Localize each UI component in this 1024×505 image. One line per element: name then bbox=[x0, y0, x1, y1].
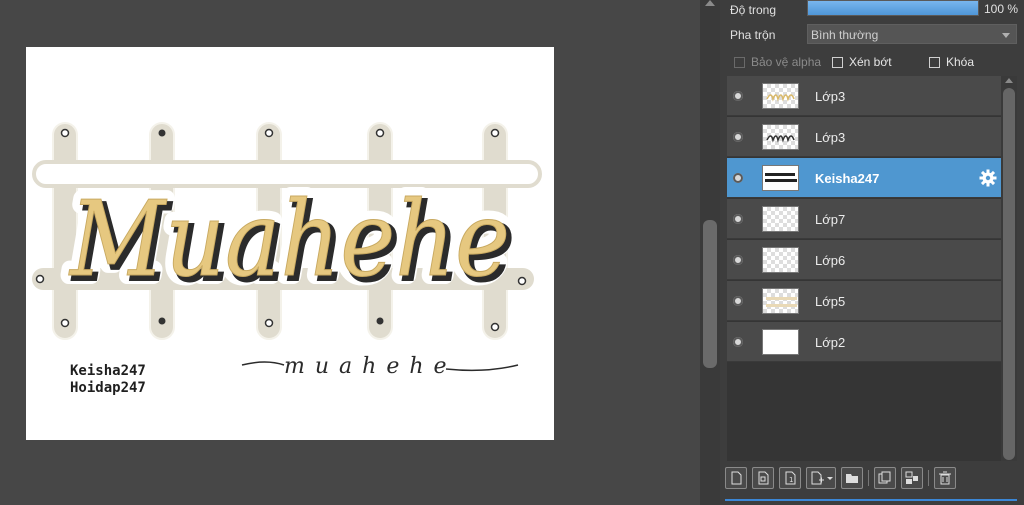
scroll-up-arrow-icon[interactable] bbox=[1005, 78, 1013, 83]
layer-name: Lớp6 bbox=[815, 253, 846, 268]
duplicate-icon bbox=[878, 471, 891, 484]
svg-text:Muahehe: Muahehe bbox=[68, 178, 510, 300]
toolbar-separator bbox=[868, 470, 869, 486]
layer-thumbnail bbox=[762, 165, 799, 191]
app-window: Muahehe Muahehe Muahehe Keisha247 Hoidap… bbox=[0, 0, 1024, 505]
add-layer-dropdown-icon bbox=[811, 471, 833, 485]
new-halftone-layer-icon: 1 bbox=[785, 471, 796, 485]
checkbox-box bbox=[929, 56, 940, 68]
layer-row[interactable]: Keisha247 bbox=[727, 158, 1001, 198]
canvas-artwork: Muahehe Muahehe Muahehe Keisha247 Hoidap… bbox=[32, 122, 542, 396]
credit-line-1: Keisha247 bbox=[70, 363, 146, 379]
new-halftone-layer-button[interactable]: 1 bbox=[779, 467, 801, 489]
canvas-workspace[interactable]: Muahehe Muahehe Muahehe Keisha247 Hoidap… bbox=[0, 0, 700, 505]
visibility-eye-icon[interactable] bbox=[733, 91, 743, 101]
visibility-eye-icon[interactable] bbox=[733, 296, 743, 306]
chevron-down-icon bbox=[1002, 33, 1010, 38]
add-layer-dropdown-button[interactable] bbox=[806, 467, 836, 489]
opacity-slider-fill bbox=[808, 1, 978, 15]
layer-panel: Độ trong 100 % Pha trộn Bình thường Bảo … bbox=[720, 0, 1024, 505]
delete-layer-button[interactable] bbox=[934, 467, 956, 489]
protect-alpha-label: Bảo vệ alpha bbox=[751, 55, 822, 69]
layer-thumbnail bbox=[762, 206, 799, 232]
new-layer-button[interactable] bbox=[725, 467, 747, 489]
canvas[interactable]: Muahehe Muahehe Muahehe Keisha247 Hoidap… bbox=[26, 47, 554, 440]
folder-icon bbox=[846, 474, 858, 483]
visibility-eye-icon[interactable] bbox=[733, 337, 743, 347]
new-raster-layer-button[interactable] bbox=[752, 467, 774, 489]
layer-row[interactable]: Lớp5 bbox=[727, 281, 1001, 321]
layer-row[interactable]: Lớp3 bbox=[727, 76, 1001, 116]
layer-thumbnail bbox=[762, 83, 799, 109]
visibility-eye-icon[interactable] bbox=[733, 214, 743, 224]
delete-icon bbox=[939, 471, 951, 485]
scroll-up-arrow-icon[interactable] bbox=[705, 0, 715, 6]
lock-checkbox[interactable]: Khóa bbox=[929, 55, 974, 69]
protect-alpha-checkbox[interactable]: Bảo vệ alpha bbox=[734, 55, 821, 69]
layer-name: Lớp3 bbox=[815, 89, 846, 104]
merge-down-icon bbox=[905, 471, 918, 484]
canvas-scroll-thumb[interactable] bbox=[703, 220, 717, 368]
layer-thumbnail bbox=[762, 288, 799, 314]
visibility-eye-icon[interactable] bbox=[733, 255, 743, 265]
opacity-label: Độ trong bbox=[730, 3, 777, 17]
signature-text: muahehe bbox=[284, 354, 457, 379]
blend-label: Pha trộn bbox=[730, 28, 776, 42]
checkbox-box bbox=[832, 56, 843, 68]
panel-bottom-accent bbox=[725, 499, 1017, 501]
visibility-eye-icon[interactable] bbox=[733, 173, 743, 183]
blend-mode-value: Bình thường bbox=[811, 28, 879, 42]
gear-icon[interactable] bbox=[979, 169, 997, 187]
canvas-vertical-scrollbar[interactable] bbox=[700, 0, 720, 505]
opacity-value: 100 % bbox=[984, 2, 1019, 16]
new-folder-button[interactable] bbox=[841, 467, 863, 489]
layer-thumbnail bbox=[762, 329, 799, 355]
layer-row[interactable]: Lớp3 bbox=[727, 117, 1001, 157]
opacity-slider[interactable] bbox=[807, 0, 979, 16]
layer-row[interactable]: Lớp6 bbox=[727, 240, 1001, 280]
checkbox-box bbox=[734, 56, 745, 68]
layer-name: Keisha247 bbox=[815, 171, 880, 186]
toolbar-separator bbox=[928, 470, 929, 486]
layer-name: Lớp2 bbox=[815, 335, 846, 350]
duplicate-layer-button[interactable] bbox=[874, 467, 896, 489]
new-raster-layer-icon bbox=[758, 471, 769, 485]
clipping-checkbox[interactable]: Xén bớt bbox=[832, 55, 892, 69]
layer-name: Lớp5 bbox=[815, 294, 846, 309]
new-layer-icon bbox=[731, 471, 742, 485]
main-title-art: Muahehe Muahehe Muahehe bbox=[59, 169, 519, 309]
merge-down-button[interactable] bbox=[901, 467, 923, 489]
layer-name: Lớp7 bbox=[815, 212, 846, 227]
layer-row[interactable]: Lớp7 bbox=[727, 199, 1001, 239]
layer-list-scroll-thumb[interactable] bbox=[1003, 88, 1015, 460]
layer-thumbnail bbox=[762, 247, 799, 273]
layer-list[interactable]: Lớp3 Lớp3 Keisha247 Lớp7 Lớp6 Lớp5 Lớp2 bbox=[727, 76, 1001, 461]
layer-name: Lớp3 bbox=[815, 130, 846, 145]
layer-thumbnail bbox=[762, 124, 799, 150]
layer-list-scrollbar[interactable] bbox=[1001, 76, 1017, 461]
lock-label: Khóa bbox=[946, 55, 975, 69]
clipping-label: Xén bớt bbox=[849, 55, 892, 69]
svg-text:1: 1 bbox=[789, 476, 793, 484]
visibility-eye-icon[interactable] bbox=[733, 132, 743, 142]
layer-toolbar: 1 bbox=[725, 464, 1017, 492]
blend-mode-select[interactable]: Bình thường bbox=[807, 24, 1017, 44]
credit-line-2: Hoidap247 bbox=[70, 380, 146, 396]
layer-row[interactable]: Lớp2 bbox=[727, 322, 1001, 362]
